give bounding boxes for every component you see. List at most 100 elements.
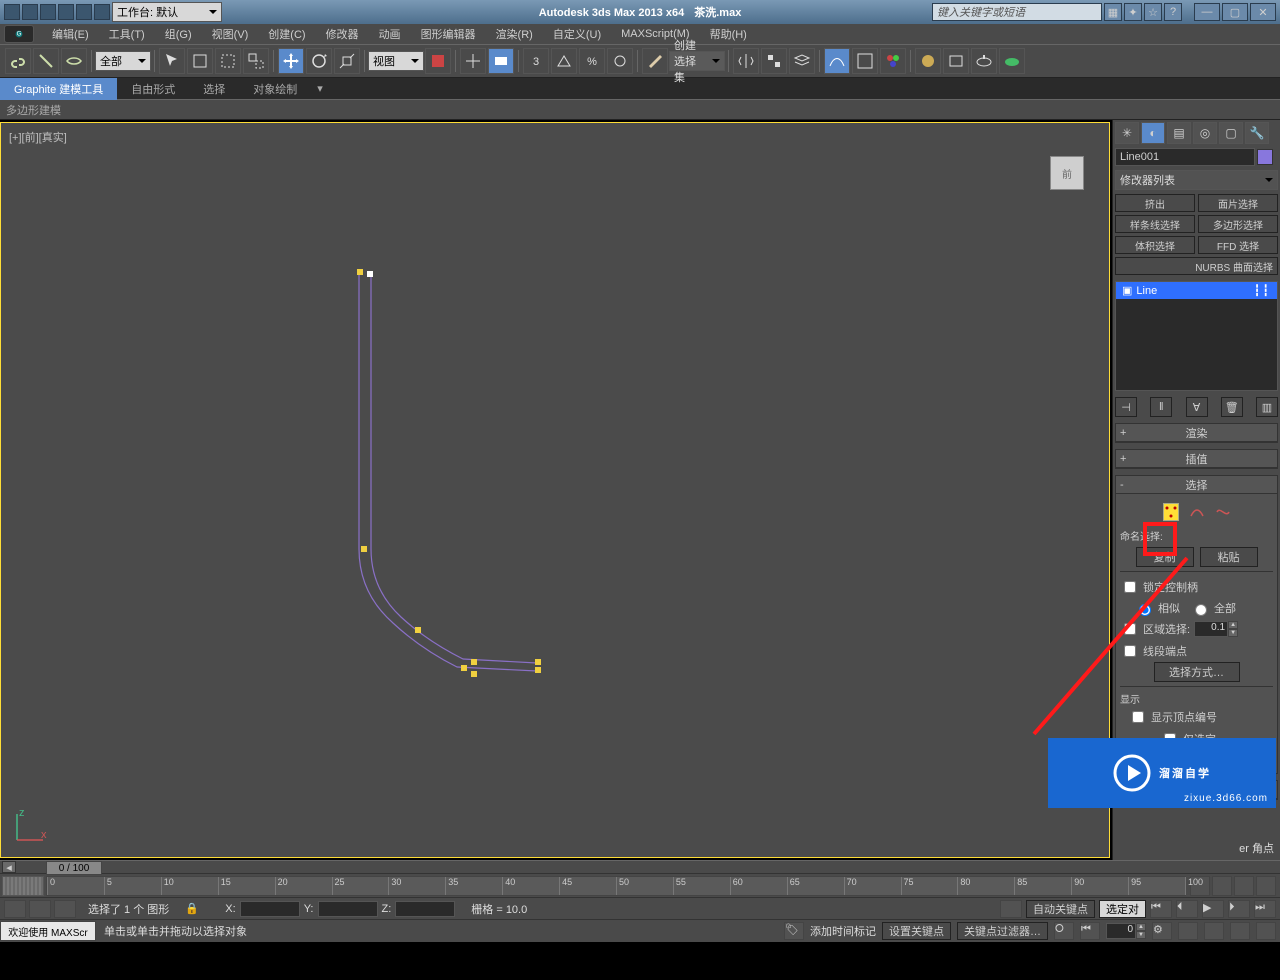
ref-coord-dropdown[interactable]: 视图 (368, 51, 424, 71)
render-prod-icon[interactable] (999, 48, 1025, 74)
key-mode-icon[interactable] (2, 876, 44, 896)
rect-select-icon[interactable] (215, 48, 241, 74)
rollup-head-select[interactable]: -选择 (1116, 476, 1277, 494)
menu-create[interactable]: 创建(C) (258, 26, 315, 42)
play-end-icon[interactable]: ⏭ (1254, 900, 1276, 918)
curve-editor-icon[interactable] (824, 48, 850, 74)
time-slider[interactable]: 0 / 100 (46, 861, 102, 875)
btn-nurbs-select[interactable]: NURBS 曲面选择 (1115, 257, 1278, 275)
all-radio[interactable]: 全部 (1190, 600, 1236, 616)
pivot-icon[interactable] (425, 48, 451, 74)
named-sel-dropdown[interactable]: 创建选择集 (669, 51, 725, 71)
btn-poly-select[interactable]: 多边形选择 (1198, 215, 1278, 233)
menu-anim[interactable]: 动画 (369, 26, 411, 42)
show-end-result-icon[interactable]: ‖ (1150, 397, 1172, 417)
configure-sets-icon[interactable]: ▥ (1256, 397, 1278, 417)
autokey-button[interactable]: 自动关键点 (1026, 900, 1095, 918)
manipulate-icon[interactable] (460, 48, 486, 74)
tab-utilities-icon[interactable]: 🔧 (1245, 122, 1269, 144)
menu-tools[interactable]: 工具(T) (99, 26, 155, 42)
modifier-stack[interactable]: ▣ Line ┇┇ (1115, 281, 1278, 391)
snap-angle-icon[interactable] (551, 48, 577, 74)
vp4-icon[interactable] (1256, 922, 1276, 940)
menu-help[interactable]: 帮助(H) (700, 26, 757, 42)
selection-filter-dropdown[interactable]: 全部 (95, 51, 151, 71)
qat-redo-icon[interactable] (76, 4, 92, 20)
play-next-icon[interactable]: ⏵ (1228, 900, 1250, 918)
material-editor-icon[interactable] (880, 48, 906, 74)
scale-icon[interactable] (334, 48, 360, 74)
qat-open-icon[interactable] (22, 4, 38, 20)
keyboard-shortcut-icon[interactable] (488, 48, 514, 74)
unlink-icon[interactable] (33, 48, 59, 74)
maxscript-mini-icon[interactable] (4, 900, 26, 918)
btn-ffd-select[interactable]: FFD 选择 (1198, 236, 1278, 254)
exchange-icon[interactable]: ✦ (1124, 3, 1142, 21)
qat-link-icon[interactable] (94, 4, 110, 20)
spinner-snap-icon[interactable] (607, 48, 633, 74)
key-mode-toggle-icon[interactable]: ⭘ (1054, 922, 1074, 940)
btn-extrude[interactable]: 挤出 (1115, 194, 1195, 212)
help-icon[interactable]: ? (1164, 3, 1182, 21)
time-tag-label[interactable]: 添加时间标记 (810, 923, 876, 939)
segment-end-check[interactable]: 线段端点 (1120, 642, 1187, 660)
copy-button[interactable]: 复制 (1136, 547, 1194, 567)
vp2-icon[interactable] (1204, 922, 1224, 940)
coord-y-input[interactable] (318, 901, 378, 917)
bind-icon[interactable] (61, 48, 87, 74)
remove-mod-icon[interactable]: 🗑 (1221, 397, 1243, 417)
rendered-frame-icon[interactable] (943, 48, 969, 74)
object-color-swatch[interactable] (1257, 149, 1273, 165)
select-by-name-icon[interactable] (187, 48, 213, 74)
comm-center-icon[interactable] (1000, 900, 1022, 918)
menu-modifiers[interactable]: 修改器 (316, 26, 369, 42)
keyfilter-button[interactable]: 关键点过滤器… (957, 922, 1048, 940)
ribbon-collapse-icon[interactable]: ▾ (311, 79, 329, 98)
snap-3d-icon[interactable]: 3 (523, 48, 549, 74)
viewport-front[interactable]: [+][前][真实] 前 z x (0, 122, 1110, 858)
play-start-icon[interactable]: ⏮ (1150, 900, 1172, 918)
qat-save-icon[interactable] (40, 4, 56, 20)
time-config-icon[interactable]: ⚙ (1152, 922, 1172, 940)
schematic-view-icon[interactable] (852, 48, 878, 74)
alike-radio[interactable]: 相似 (1134, 600, 1180, 616)
ribbon-tab-graphite[interactable]: Graphite 建模工具 (0, 78, 117, 100)
subobj-spline-icon[interactable] (1215, 504, 1231, 520)
window-crossing-icon[interactable] (243, 48, 269, 74)
stack-expand-icon[interactable]: ▣ (1122, 284, 1132, 297)
select-by-button[interactable]: 选择方式… (1154, 662, 1240, 682)
align-icon[interactable] (761, 48, 787, 74)
show-vertex-num-check[interactable]: 显示顶点编号 (1120, 708, 1217, 726)
goto-start-icon[interactable]: ⏮ (1080, 922, 1100, 940)
area-select-spinner[interactable]: 0.1▲▼ (1194, 621, 1238, 637)
rollup-head-render[interactable]: +渲染 (1116, 424, 1277, 442)
current-frame-spinner[interactable]: 0▲▼ (1106, 923, 1146, 939)
play-prev-icon[interactable]: ⏴ (1176, 900, 1198, 918)
menu-group[interactable]: 组(G) (155, 26, 202, 42)
spline-shape[interactable] (1, 123, 1109, 857)
stack-item-line[interactable]: ▣ Line ┇┇ (1116, 282, 1277, 299)
tab-display-icon[interactable]: ▢ (1219, 122, 1243, 144)
maximize-button[interactable]: ▢ (1222, 3, 1248, 21)
btn-volume-select[interactable]: 体积选择 (1115, 236, 1195, 254)
select-object-icon[interactable] (159, 48, 185, 74)
vp3-icon[interactable] (1230, 922, 1250, 940)
rotate-icon[interactable] (306, 48, 332, 74)
object-name-input[interactable]: Line001 (1115, 148, 1255, 166)
btn-spline-select[interactable]: 样条线选择 (1115, 215, 1195, 233)
workspace-dropdown[interactable]: 工作台: 默认 (112, 2, 222, 22)
vp1-icon[interactable] (1178, 922, 1198, 940)
qat-new-icon[interactable] (4, 4, 20, 20)
render-setup-icon[interactable] (915, 48, 941, 74)
menu-graph-editors[interactable]: 图形编辑器 (411, 26, 486, 42)
edit-named-sel-icon[interactable] (642, 48, 668, 74)
paste-button[interactable]: 粘贴 (1200, 547, 1258, 567)
menu-edit[interactable]: 编辑(E) (42, 26, 99, 42)
lock-sel-icon[interactable] (29, 900, 51, 918)
lock-handles-check[interactable]: 锁定控制柄 (1120, 578, 1198, 596)
move-icon[interactable] (278, 48, 304, 74)
make-unique-icon[interactable]: ∀ (1186, 397, 1208, 417)
nav-max-icon[interactable] (1256, 876, 1276, 896)
menu-customize[interactable]: 自定义(U) (543, 26, 611, 42)
close-button[interactable]: ✕ (1250, 3, 1276, 21)
